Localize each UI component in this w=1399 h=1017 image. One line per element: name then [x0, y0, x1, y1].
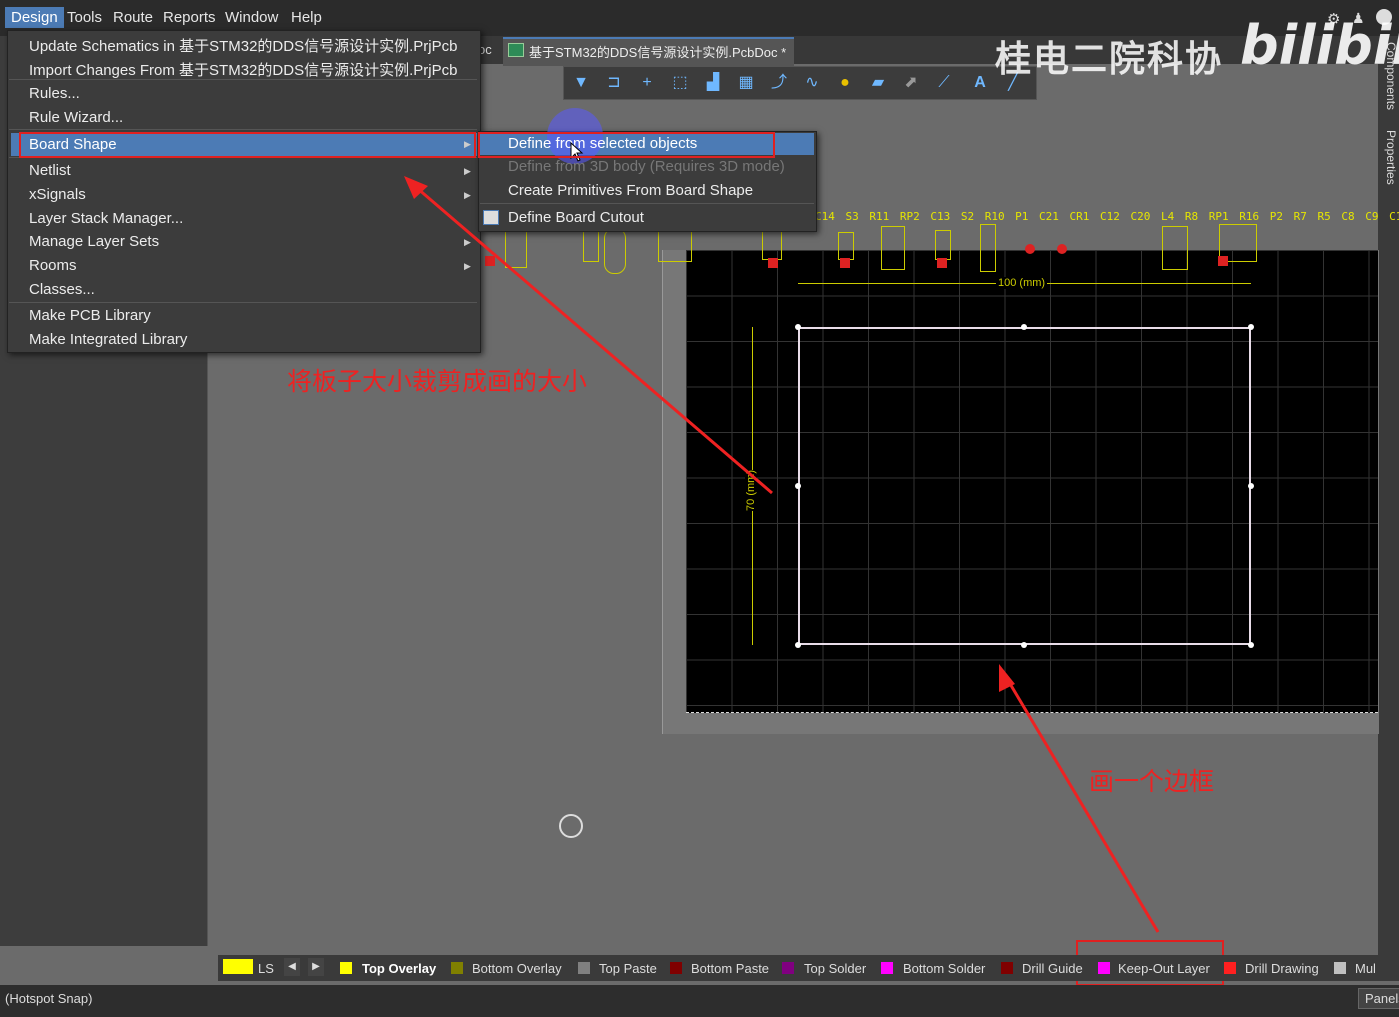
- layer-swatch: [782, 962, 794, 974]
- origin-marker-icon: [559, 814, 583, 838]
- layer-set-ls[interactable]: LS: [258, 961, 274, 976]
- layer-swatch: [1334, 962, 1346, 974]
- annotation-crop-note: 将板子大小裁剪成画的大小: [287, 367, 588, 396]
- current-layer-swatch: [223, 959, 253, 974]
- layer-tab-top-overlay[interactable]: Top Overlay: [362, 961, 436, 976]
- annotation-arrows: [404, 176, 1160, 933]
- layer-tab-bottom-solder[interactable]: Bottom Solder: [903, 961, 985, 976]
- layer-tab-top-solder[interactable]: Top Solder: [804, 961, 866, 976]
- layer-swatch: [1098, 962, 1110, 974]
- layer-swatch: [1001, 962, 1013, 974]
- annotation-draw-note: 画一个边框: [1089, 767, 1215, 796]
- layer-tab-multi-layer[interactable]: Mul: [1355, 961, 1376, 976]
- layer-tab-top-paste[interactable]: Top Paste: [599, 961, 657, 976]
- layer-tab-bottom-overlay[interactable]: Bottom Overlay: [472, 961, 562, 976]
- layer-tab-keepout[interactable]: Keep-Out Layer: [1118, 961, 1210, 976]
- layer-swatch: [340, 962, 352, 974]
- layer-swatch: [670, 962, 682, 974]
- panels-button[interactable]: Panels: [1358, 988, 1399, 1009]
- layer-tab-drill-guide[interactable]: Drill Guide: [1022, 961, 1083, 976]
- layer-tab-bottom-paste[interactable]: Bottom Paste: [691, 961, 769, 976]
- status-text: (Hotspot Snap): [5, 991, 93, 1006]
- scroll-left-icon[interactable]: ◀: [284, 958, 300, 976]
- scroll-right-icon[interactable]: ▶: [308, 958, 324, 976]
- layer-swatch: [1224, 962, 1236, 974]
- layer-tab-drill-drawing[interactable]: Drill Drawing: [1245, 961, 1319, 976]
- layer-swatch: [451, 962, 463, 974]
- status-bar: [0, 985, 1399, 1017]
- layer-swatch: [578, 962, 590, 974]
- layer-swatch: [881, 962, 893, 974]
